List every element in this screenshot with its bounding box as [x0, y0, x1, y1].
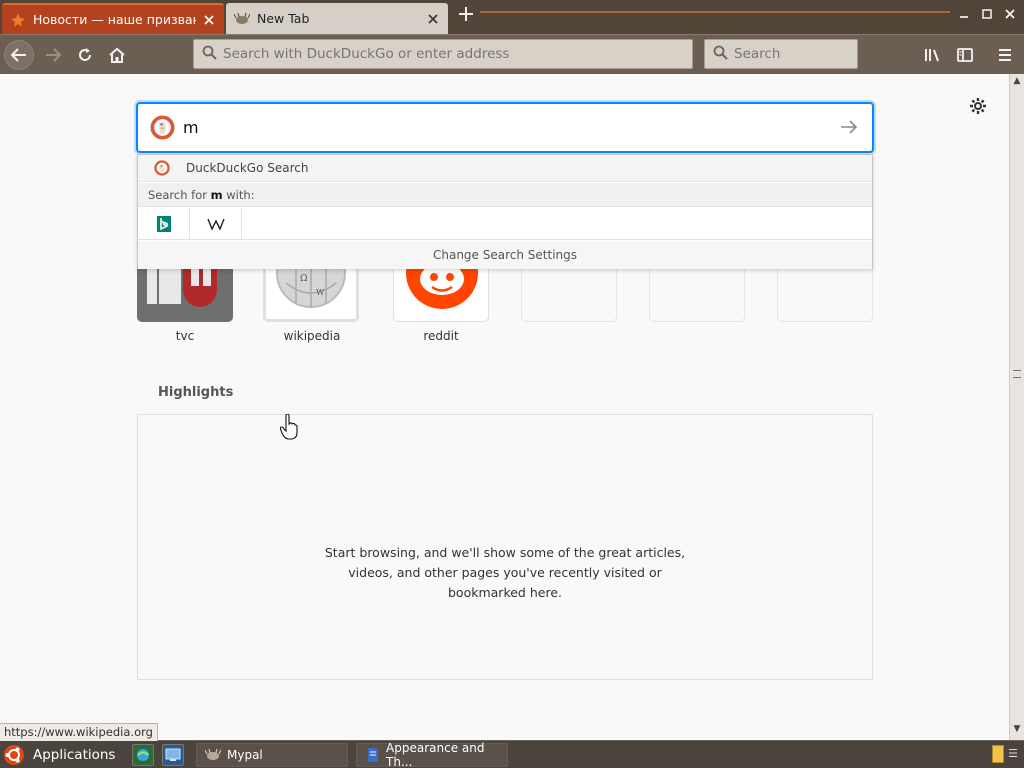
tile-empty[interactable] [649, 260, 745, 322]
scroll-down-icon[interactable]: ▼ [1010, 724, 1024, 736]
newtab-search-box[interactable] [136, 102, 874, 153]
taskbar-item-mypal[interactable]: Mypal [196, 743, 348, 767]
close-window-icon[interactable] [1001, 8, 1019, 24]
wikipedia-w-icon [206, 218, 225, 231]
notes-tray-icon[interactable] [992, 745, 1004, 763]
forward-button[interactable] [38, 40, 68, 70]
site-favicon-icon [10, 12, 26, 28]
highlights-title[interactable]: Highlights [158, 385, 233, 400]
search-suggestions-popup: DuckDuckGo Search Search for m with: Cha… [137, 154, 873, 269]
reddit-logo-icon [406, 261, 478, 309]
taskbar: Applications Mypal Appearance and Th... … [0, 740, 1024, 768]
mypal-icon [205, 747, 221, 763]
tile-empty[interactable] [521, 260, 617, 322]
arrow-right-icon[interactable] [838, 116, 860, 138]
tile-tvc[interactable] [137, 260, 233, 322]
sidebar-toggle-button[interactable] [950, 40, 980, 70]
maximize-icon[interactable] [978, 8, 996, 24]
change-search-settings[interactable]: Change Search Settings [138, 241, 872, 269]
highlights-empty-line: videos, and other pages you've recently … [348, 565, 662, 580]
taskbar-item-label: Mypal [227, 748, 263, 762]
desktop-launcher-icon[interactable] [162, 744, 184, 766]
taskbar-item-label: Appearance and Th... [386, 741, 485, 768]
suggestion-item[interactable]: DuckDuckGo Search [138, 155, 872, 182]
tile-label: tvc [175, 329, 195, 343]
tile-label: wikipedia [283, 329, 341, 343]
tab-new-tab[interactable]: New Tab [226, 3, 448, 34]
mypal-icon [234, 11, 250, 27]
tile-label: reddit [423, 329, 459, 343]
duckduckgo-icon [154, 160, 170, 176]
applications-menu-button[interactable]: Applications [3, 743, 123, 767]
library-button[interactable] [918, 40, 948, 70]
tab-title: New Tab [257, 11, 310, 26]
one-off-engines [138, 208, 872, 240]
tvc-logo-icon [147, 260, 217, 307]
minimize-icon[interactable] [955, 8, 973, 24]
new-tab-page: tvc Ω W wikipedia reddit m DuckDuckGo Se… [0, 74, 1009, 740]
search-bar-input[interactable] [734, 46, 905, 62]
tabstrip-accent-line [480, 11, 950, 13]
address-bar[interactable] [193, 39, 693, 69]
tray-menu-icon[interactable]: ☰ [1007, 747, 1019, 761]
newtab-search-input[interactable] [183, 118, 783, 137]
close-tab-icon[interactable] [426, 12, 440, 26]
search-icon [713, 45, 728, 64]
gear-icon[interactable] [966, 94, 990, 118]
reload-button[interactable] [70, 40, 100, 70]
page-scrollbar[interactable]: ▲ ▼ [1009, 74, 1024, 740]
tab-title: Новости — наше призвание [33, 12, 196, 27]
search-for-suffix: with: [222, 188, 255, 202]
status-link-preview: https://www.wikipedia.org [0, 723, 158, 741]
scroll-up-icon[interactable]: ▲ [1010, 76, 1024, 88]
suggestion-label: DuckDuckGo Search [186, 161, 309, 175]
highlights-empty-line: bookmarked here. [448, 585, 562, 600]
scroll-grip[interactable] [1013, 370, 1021, 378]
search-for-prefix: Search for [148, 188, 211, 202]
bing-engine-button[interactable] [138, 208, 190, 240]
browser-launcher-icon[interactable] [132, 744, 154, 766]
tab-strip: Новости — наше призвание New Tab [0, 0, 1024, 34]
taskbar-item-appearance[interactable]: Appearance and Th... [356, 741, 508, 768]
new-tab-button[interactable] [454, 6, 478, 28]
wikipedia-engine-button[interactable] [190, 208, 242, 240]
address-input[interactable] [223, 46, 692, 62]
applications-label: Applications [33, 747, 116, 763]
bing-icon [156, 216, 171, 232]
tile-wikipedia[interactable]: Ω W [263, 260, 359, 322]
search-icon [202, 45, 217, 64]
duckduckgo-icon [150, 115, 175, 140]
highlights-section: Start browsing, and we'll show some of t… [137, 414, 873, 680]
hand-cursor-icon [279, 413, 298, 440]
home-button[interactable] [102, 40, 132, 70]
svg-text:Ω: Ω [300, 274, 307, 284]
tile-reddit[interactable] [393, 260, 489, 322]
wikipedia-globe-icon: Ω W [276, 263, 346, 308]
search-for-header: Search for m with: [138, 183, 872, 207]
search-bar[interactable] [704, 39, 905, 69]
hamburger-menu-button[interactable] [990, 40, 1020, 70]
close-tab-icon[interactable] [202, 13, 216, 27]
search-for-term: m [210, 188, 223, 202]
back-button[interactable] [4, 40, 34, 70]
highlights-empty-line: Start browsing, and we'll show some of t… [324, 545, 686, 560]
svg-text:W: W [316, 288, 325, 297]
tab-news[interactable]: Новости — наше призвание [2, 3, 224, 34]
highlights-empty-message: Start browsing, and we'll show some of t… [138, 543, 872, 603]
ubuntu-icon [4, 745, 24, 765]
navigation-toolbar [0, 34, 1024, 74]
appearance-settings-icon [365, 747, 380, 763]
tile-empty[interactable] [777, 260, 873, 322]
